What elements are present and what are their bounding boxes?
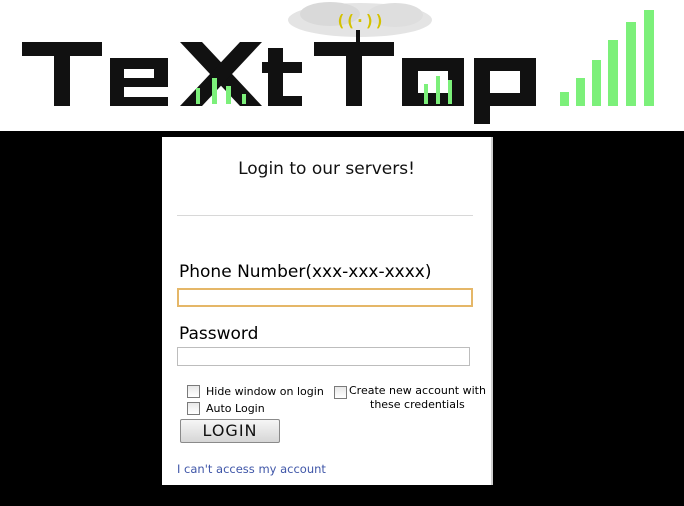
svg-text:((·)): ((·)) [336,11,384,30]
auto-login-label: Auto Login [206,402,265,415]
cant-access-link[interactable]: I can't access my account [177,462,326,476]
login-panel: Login to our servers! Phone Number(xxx-x… [162,137,493,485]
header-banner: ((·)) [0,0,684,131]
hide-window-checkbox[interactable] [187,385,200,398]
password-label: Password [179,324,259,344]
create-account-checkbox[interactable] [334,386,347,399]
page-title: Login to our servers! [238,159,415,179]
signal-bars-icon [560,10,654,106]
auto-login-checkbox[interactable] [187,402,200,415]
divider [177,215,473,216]
password-input[interactable] [177,347,470,366]
login-button[interactable]: LOGIN [180,419,280,443]
create-account-label-line1: Create new account with [349,384,486,397]
phone-input[interactable] [177,288,473,307]
create-account-label-line2: these credentials [370,398,465,411]
cloud-signal-icon: ((·)) [288,2,432,45]
textop-logo: ((·)) [22,2,654,124]
phone-label: Phone Number(xxx-xxx-xxxx) [179,262,432,282]
hide-window-label: Hide window on login [206,385,324,398]
